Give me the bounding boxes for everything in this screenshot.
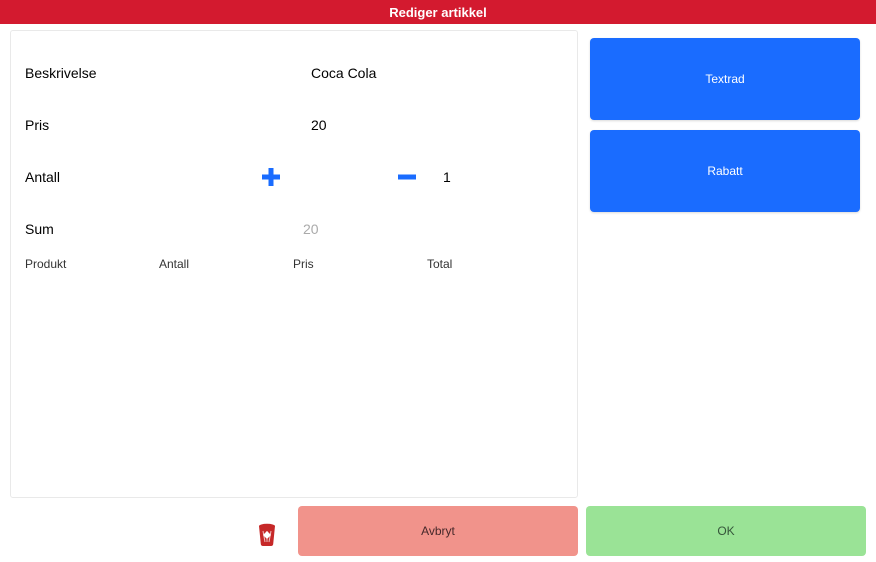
discount-label: Rabatt [707,164,742,178]
textline-label: Textrad [705,72,744,86]
discount-button[interactable]: Rabatt [590,130,860,212]
col-price: Pris [293,257,427,271]
col-quantity: Antall [159,257,293,271]
textline-button[interactable]: Textrad [590,38,860,120]
titlebar: Rediger artikkel [0,0,876,24]
value-price: 20 [311,117,327,133]
label-price: Pris [25,117,245,133]
row-sum: Sum 20 [25,203,563,255]
row-price: Pris 20 [25,99,563,151]
ok-label: OK [717,524,734,538]
decrease-button[interactable] [393,163,421,191]
cancel-label: Avbryt [421,524,455,538]
value-quantity: 1 [443,169,483,185]
label-quantity: Antall [25,169,245,185]
label-sum: Sum [25,221,245,237]
subitems-header: Produkt Antall Pris Total [25,257,563,271]
value-sum: 20 [303,221,319,237]
increase-button[interactable] [257,163,285,191]
plus-icon [260,166,282,188]
minus-icon [396,166,418,188]
col-product: Produkt [25,257,159,271]
row-quantity: Antall 1 [25,151,563,203]
side-actions: Textrad Rabatt [590,38,860,222]
footer: Avbryt OK [0,506,876,562]
trash-icon [257,521,277,547]
value-description: Coca Cola [311,65,376,81]
label-description: Beskrivelse [25,65,245,81]
col-total: Total [427,257,547,271]
ok-button[interactable]: OK [586,506,866,556]
page-title: Rediger artikkel [389,5,487,20]
row-description: Beskrivelse Coca Cola [25,47,563,99]
main-panel: Beskrivelse Coca Cola Pris 20 Antall [10,30,578,498]
cancel-button[interactable]: Avbryt [298,506,578,556]
delete-button[interactable] [255,519,279,549]
